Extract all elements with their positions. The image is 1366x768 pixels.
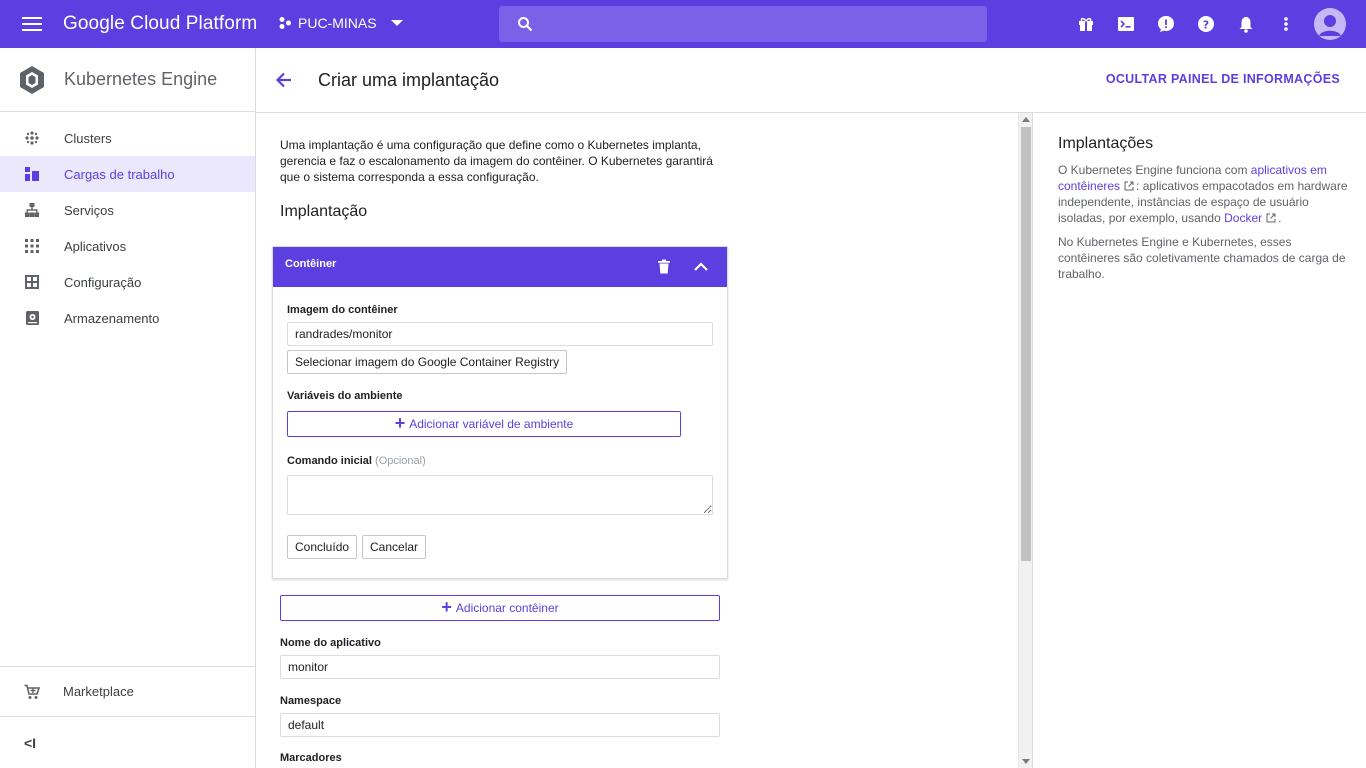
plus-icon: + bbox=[441, 597, 452, 617]
scroll-up-arrow-icon[interactable] bbox=[1022, 117, 1030, 122]
chevron-up-icon[interactable] bbox=[693, 259, 709, 275]
start-command-label: Comando inicial (Opcional) bbox=[287, 455, 426, 467]
side-navigation: Kubernetes Engine Clusters Cargas de tra… bbox=[0, 48, 256, 768]
image-label: Imagem do contêiner bbox=[287, 304, 398, 316]
external-link-icon bbox=[1124, 181, 1134, 191]
collapse-nav-button[interactable]: <I bbox=[0, 716, 255, 768]
product-title: Kubernetes Engine bbox=[64, 69, 218, 89]
sidenav-footer: Marketplace <I bbox=[0, 666, 255, 768]
info-panel-title: Implantações bbox=[1058, 135, 1154, 152]
container-card-title: Contêiner bbox=[285, 258, 337, 270]
select-image-button[interactable]: Selecionar imagem do Google Container Re… bbox=[287, 350, 568, 374]
terminal-icon[interactable] bbox=[1106, 4, 1146, 44]
notifications-icon[interactable] bbox=[1226, 4, 1266, 44]
container-card-header[interactable]: Contêiner bbox=[273, 247, 727, 287]
search-input[interactable] bbox=[547, 6, 977, 42]
main-content: Uma implantação é uma configuração que d… bbox=[256, 113, 1018, 768]
sidebar-item-label: Configuração bbox=[64, 274, 142, 290]
clusters-icon bbox=[24, 130, 40, 146]
apps-grid-icon bbox=[24, 238, 40, 254]
kubernetes-engine-logo-icon bbox=[20, 65, 44, 94]
nav-list: Clusters Cargas de trabalho Serviços Apl… bbox=[0, 112, 255, 336]
hamburger-menu-icon[interactable] bbox=[20, 14, 44, 34]
config-grid-icon bbox=[24, 274, 40, 290]
section-title: Implantação bbox=[280, 203, 368, 220]
namespace-input[interactable] bbox=[280, 713, 720, 737]
add-container-button[interactable]: + Adicionar contêiner bbox=[280, 595, 720, 621]
namespace-label: Namespace bbox=[280, 695, 342, 707]
top-app-bar: Google Cloud Platform PUC-MINAS ? bbox=[0, 0, 1366, 48]
storage-icon bbox=[24, 310, 40, 326]
start-command-label-text: Comando inicial bbox=[287, 455, 372, 467]
services-icon bbox=[24, 202, 40, 218]
info-paragraph-2: No Kubernetes Engine e Kubernetes, esses… bbox=[1058, 235, 1346, 281]
scroll-down-arrow-icon[interactable] bbox=[1022, 759, 1030, 764]
sidebar-item-workloads[interactable]: Cargas de trabalho bbox=[0, 156, 255, 192]
hide-info-panel-button[interactable]: OCULTAR PAINEL DE INFORMAÇÕES bbox=[1106, 72, 1340, 86]
project-name: PUC-MINAS bbox=[298, 15, 377, 31]
labels-label: Marcadores bbox=[280, 752, 342, 764]
app-name-label: Nome do aplicativo bbox=[280, 637, 381, 649]
deployment-description: Uma implantação é uma configuração que d… bbox=[280, 138, 713, 184]
svg-text:?: ? bbox=[1203, 18, 1209, 31]
sidebar-item-storage[interactable]: Armazenamento bbox=[0, 300, 255, 336]
page-title: Criar uma implantação bbox=[318, 70, 500, 90]
app-name-input[interactable] bbox=[280, 655, 720, 679]
add-container-label: Adicionar contêiner bbox=[455, 601, 559, 615]
env-vars-label: Variáveis do ambiente bbox=[287, 390, 403, 402]
main-scrollbar[interactable] bbox=[1018, 113, 1032, 768]
project-selector[interactable]: PUC-MINAS bbox=[278, 15, 403, 31]
sidebar-item-clusters[interactable]: Clusters bbox=[0, 120, 255, 156]
plus-icon: + bbox=[394, 413, 406, 433]
sidebar-item-label: Aplicativos bbox=[64, 238, 127, 254]
sidebar-item-label: Clusters bbox=[64, 130, 112, 146]
delete-icon[interactable] bbox=[657, 259, 671, 275]
sidebar-item-services[interactable]: Serviços bbox=[0, 192, 255, 228]
marketplace-label: Marketplace bbox=[63, 684, 134, 699]
docker-link[interactable]: Docker bbox=[1224, 211, 1262, 225]
help-icon[interactable]: ? bbox=[1186, 4, 1226, 44]
sidebar-item-applications[interactable]: Aplicativos bbox=[0, 228, 255, 264]
search-bar[interactable] bbox=[499, 6, 987, 42]
start-command-textarea[interactable] bbox=[287, 475, 713, 515]
account-avatar[interactable] bbox=[1314, 8, 1346, 40]
sidebar-item-label: Serviços bbox=[64, 202, 114, 218]
platform-brand[interactable]: Google Cloud Platform bbox=[63, 13, 257, 35]
done-button[interactable]: Concluído bbox=[287, 535, 358, 559]
gift-icon[interactable] bbox=[1066, 4, 1106, 44]
container-card: Contêiner Imagem do contêiner Selecionar… bbox=[272, 246, 728, 579]
collapse-nav-icon: <I bbox=[24, 734, 37, 751]
back-arrow-icon[interactable] bbox=[274, 70, 294, 90]
cart-icon bbox=[24, 684, 40, 700]
chevron-down-icon bbox=[390, 20, 403, 26]
more-vert-icon[interactable] bbox=[1266, 4, 1306, 44]
project-dots-icon bbox=[279, 17, 291, 29]
feedback-icon[interactable] bbox=[1146, 4, 1186, 44]
container-image-input[interactable] bbox=[287, 322, 713, 346]
sidebar-item-label: Cargas de trabalho bbox=[64, 166, 175, 182]
product-header: Kubernetes Engine bbox=[0, 48, 255, 112]
workloads-icon bbox=[24, 166, 40, 182]
sidebar-item-configuration[interactable]: Configuração bbox=[0, 264, 255, 300]
topbar-actions: ? bbox=[1066, 0, 1366, 48]
optional-hint: (Opcional) bbox=[375, 455, 426, 467]
sidebar-item-marketplace[interactable]: Marketplace bbox=[0, 666, 255, 716]
page-header: Criar uma implantação OCULTAR PAINEL DE … bbox=[256, 48, 1366, 113]
cancel-button[interactable]: Cancelar bbox=[362, 535, 427, 559]
add-env-var-button[interactable]: + Adicionar variável de ambiente bbox=[287, 411, 681, 437]
info-text: O Kubernetes Engine funciona com bbox=[1058, 163, 1251, 177]
external-link-icon bbox=[1266, 213, 1276, 223]
add-env-var-label: Adicionar variável de ambiente bbox=[409, 417, 574, 431]
scroll-thumb[interactable] bbox=[1021, 127, 1031, 561]
info-panel: Implantações O Kubernetes Engine funcion… bbox=[1032, 113, 1366, 768]
info-paragraph-1: O Kubernetes Engine funciona com aplicat… bbox=[1058, 162, 1348, 226]
search-icon bbox=[518, 17, 533, 32]
sidebar-item-label: Armazenamento bbox=[64, 310, 160, 326]
info-text: . bbox=[1278, 211, 1282, 225]
